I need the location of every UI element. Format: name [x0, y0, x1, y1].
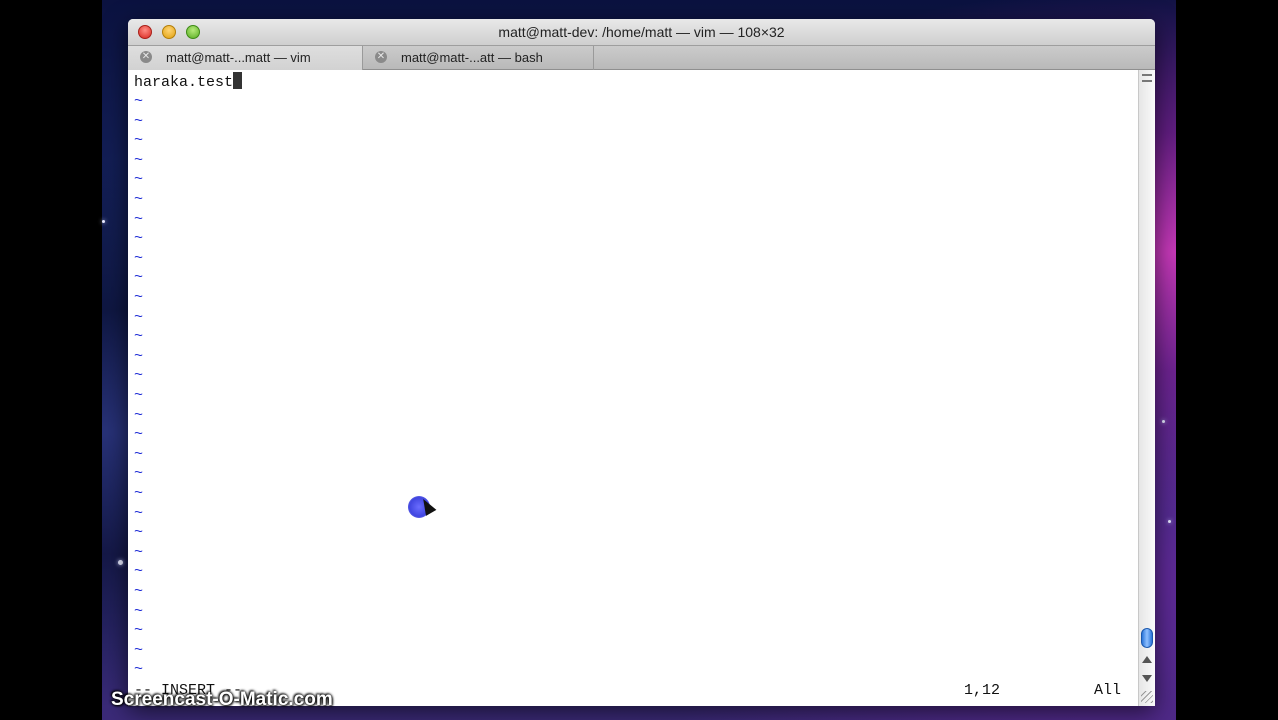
- watermark: Screencast-O-Matic.com: [111, 689, 333, 710]
- tab-label: matt@matt-...att — bash: [401, 50, 543, 65]
- star: [118, 560, 123, 565]
- empty-line-marker: ~: [134, 230, 144, 248]
- empty-line-marker: ~: [134, 151, 144, 169]
- empty-line-marker: ~: [134, 563, 144, 581]
- empty-line-marker: ~: [134, 622, 144, 640]
- empty-line-marker: ~: [134, 191, 144, 208]
- empty-line-marker: ~: [134, 406, 144, 424]
- empty-line-marker: ~: [134, 367, 144, 385]
- empty-line-marker: ~: [134, 445, 144, 463]
- close-tab-icon[interactable]: ✕: [140, 51, 152, 63]
- empty-line-marker: ~: [134, 426, 144, 444]
- star: [1162, 420, 1165, 423]
- empty-line-marker: ~: [134, 524, 144, 542]
- empty-line-marker: ~: [134, 583, 144, 600]
- empty-line-marker: ~: [134, 465, 144, 483]
- text-cursor: [233, 72, 243, 89]
- tab-bar: ✕ matt@matt-...matt — vim ✕ matt@matt-..…: [128, 45, 1155, 70]
- close-window-button[interactable]: [138, 25, 152, 39]
- vim-editor[interactable]: haraka.test ~ ~ ~ ~ ~ ~ ~ ~ ~ ~ ~ ~ ~ ~ ~ ~ ~ ~ ~ ~ ~ ~ ~ ~ ~ ~ ~ ~…: [128, 70, 1138, 706]
- empty-line-marker: ~: [134, 543, 144, 561]
- tab-bash[interactable]: ✕ matt@matt-...att — bash: [363, 46, 594, 70]
- split-view-icon[interactable]: [1142, 74, 1152, 82]
- empty-line-marker: ~: [134, 93, 144, 110]
- empty-line-marker: ~: [134, 249, 144, 267]
- empty-line-marker: ~: [134, 485, 144, 502]
- empty-line-marker: ~: [134, 308, 144, 326]
- scroll-up-arrow-icon[interactable]: [1142, 656, 1152, 663]
- terminal-window[interactable]: matt@matt-dev: /home/matt — vim — 108×32…: [128, 19, 1155, 706]
- empty-line-marker: ~: [134, 602, 144, 620]
- minimize-window-button[interactable]: [162, 25, 176, 39]
- cursor-position: 1,12: [964, 682, 1001, 699]
- buffer-line-1[interactable]: haraka.test: [134, 72, 243, 91]
- scroll-thumb[interactable]: [1141, 628, 1153, 648]
- empty-line-marker: ~: [134, 171, 144, 189]
- empty-line-marker: ~: [134, 112, 144, 130]
- title-bar[interactable]: matt@matt-dev: /home/matt — vim — 108×32: [128, 19, 1155, 45]
- vertical-scrollbar[interactable]: [1138, 70, 1155, 706]
- zoom-window-button[interactable]: [186, 25, 200, 39]
- window-title: matt@matt-dev: /home/matt — vim — 108×32: [498, 24, 785, 40]
- star: [1168, 520, 1171, 523]
- empty-line-marker: ~: [134, 269, 144, 287]
- empty-line-marker: ~: [134, 641, 144, 659]
- buffer-text: haraka.test: [134, 74, 234, 91]
- empty-line-marker: ~: [134, 661, 144, 679]
- scroll-down-arrow-icon[interactable]: [1142, 675, 1152, 682]
- close-tab-icon[interactable]: ✕: [375, 51, 387, 63]
- resize-grip-icon[interactable]: [1141, 691, 1153, 703]
- empty-line-marker: ~: [134, 347, 144, 365]
- tab-label: matt@matt-...matt — vim: [166, 50, 311, 65]
- empty-line-marker: ~: [134, 504, 144, 522]
- empty-line-marker: ~: [134, 387, 144, 404]
- star: [102, 220, 105, 223]
- empty-line-marker: ~: [134, 132, 144, 150]
- scroll-status: All: [1094, 682, 1122, 699]
- empty-line-marker: ~: [134, 328, 144, 346]
- empty-line-marker: ~: [134, 289, 144, 306]
- empty-line-marker: ~: [134, 210, 144, 228]
- tab-vim[interactable]: ✕ matt@matt-...matt — vim: [128, 46, 363, 70]
